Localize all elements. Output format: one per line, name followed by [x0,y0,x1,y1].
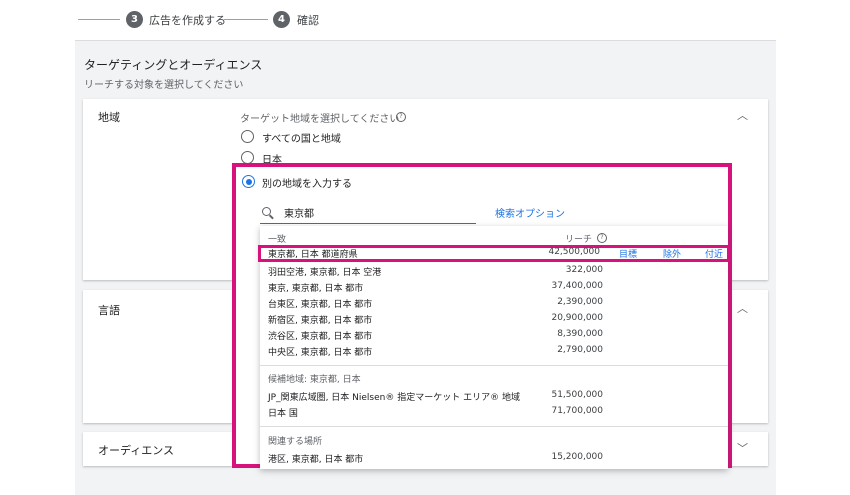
suggestion-row[interactable]: 新宿区, 東京都, 日本 都市 20,900,000 [260,312,728,327]
suggestion-reach: 37,400,000 [551,281,603,291]
suggestion-row[interactable]: 日本 国 71,700,000 [260,405,728,420]
radio-other-location[interactable] [242,175,255,188]
match-header: 一致 [268,235,287,245]
suggestion-row[interactable]: 渋谷区, 東京都, 日本 都市 8,390,000 [260,328,728,343]
suggestion-name: 台東区, 東京都, 日本 都市 [268,300,373,310]
step-4-number[interactable]: 4 [273,11,290,28]
section-title: ターゲティングとオーディエンス [84,58,263,72]
location-suggestions: 一致 リーチ ? 東京都, 日本 都道府県 42,500,000 目標 除外 付… [258,226,730,469]
divider [260,426,728,427]
language-card-title: 言語 [98,304,120,317]
suggestion-name: 港区, 東京都, 日本 都市 [268,455,364,465]
target-button[interactable]: 目標 [619,247,637,260]
radio-all-countries[interactable] [241,130,254,143]
reach-header: リーチ [565,235,593,245]
step-4-label[interactable]: 確認 [297,12,319,28]
suggestion-name: 東京, 東京都, 日本 都市 [268,284,364,294]
suggestion-name: 東京都, 日本 都道府県 [268,250,358,260]
radio-all-countries-label: すべての国と地域 [262,134,341,145]
audience-card-title: オーディエンス [98,444,175,457]
stepper-line [78,19,120,20]
suggestion-reach: 8,390,000 [557,329,603,339]
suggestion-name: 日本 国 [268,409,298,419]
suggestion-row[interactable]: 台東区, 東京都, 日本 都市 2,390,000 [260,296,728,311]
suggestion-row[interactable]: 港区, 東京都, 日本 都市 15,200,000 [260,451,728,466]
highlight-frame: 別の地域を入力する 東京都 検索オプション 一致 リーチ ? 東京都, 日本 都… [232,163,732,469]
suggestion-reach: 15,200,000 [551,452,603,462]
search-underline [260,223,476,224]
nearby-button[interactable]: 付近 [705,247,723,260]
region-prompt: ターゲット地域を選択してください [240,114,400,125]
divider [260,365,728,366]
suggestion-reach: 322,000 [565,265,603,275]
stepper-line [224,19,268,20]
search-options-link[interactable]: 検索オプション [495,205,565,220]
suggestion-row-highlighted[interactable]: 東京都, 日本 都道府県 42,500,000 目標 除外 付近 [258,245,730,262]
suggestion-reach: 51,500,000 [551,390,603,400]
candidates-header: 候補地域: 東京都, 日本 [268,375,361,385]
search-icon [262,207,271,216]
stepper: 3 広告を作成する 4 確認 [75,0,776,41]
suggestion-row[interactable]: JP_関東広域圏, 日本 Nielsen® 指定マーケット エリア® 地域 51… [260,389,728,404]
suggestion-name: JP_関東広域圏, 日本 Nielsen® 指定マーケット エリア® 地域 [268,393,520,403]
suggestion-name: 新宿区, 東京都, 日本 都市 [268,316,373,326]
chevron-up-icon[interactable]: ︿ [737,107,748,123]
related-header: 関連する場所 [268,437,323,447]
suggestion-reach: 42,500,000 [548,247,600,257]
suggestion-reach: 2,790,000 [557,345,603,355]
chevron-up-icon[interactable]: ︿ [737,300,748,316]
suggestion-reach: 20,900,000 [551,313,603,323]
step-3-label[interactable]: 広告を作成する [149,12,226,28]
reach-help-icon[interactable]: ? [597,233,607,243]
chevron-down-icon[interactable]: ﹀ [737,440,748,456]
suggestion-row[interactable]: 東京, 東京都, 日本 都市 37,400,000 [260,280,728,295]
region-card-title: 地域 [98,111,120,124]
suggestion-row[interactable]: 羽田空港, 東京都, 日本 空港 322,000 [260,264,728,279]
location-search-input[interactable]: 東京都 [284,205,314,220]
suggestion-name: 中央区, 東京都, 日本 都市 [268,348,373,358]
suggestion-name: 羽田空港, 東京都, 日本 空港 [268,268,382,278]
section-subtitle: リーチする対象を選択してください [84,80,244,91]
suggestion-reach: 2,390,000 [557,297,603,307]
step-3-number[interactable]: 3 [126,11,143,28]
exclude-button[interactable]: 除外 [663,247,681,260]
suggestion-name: 渋谷区, 東京都, 日本 都市 [268,332,373,342]
suggestion-reach: 71,700,000 [551,406,603,416]
suggestion-row[interactable]: 中央区, 東京都, 日本 都市 2,790,000 [260,344,728,359]
help-icon[interactable]: ? [396,112,406,122]
radio-other-location-label: 別の地域を入力する [262,179,352,190]
